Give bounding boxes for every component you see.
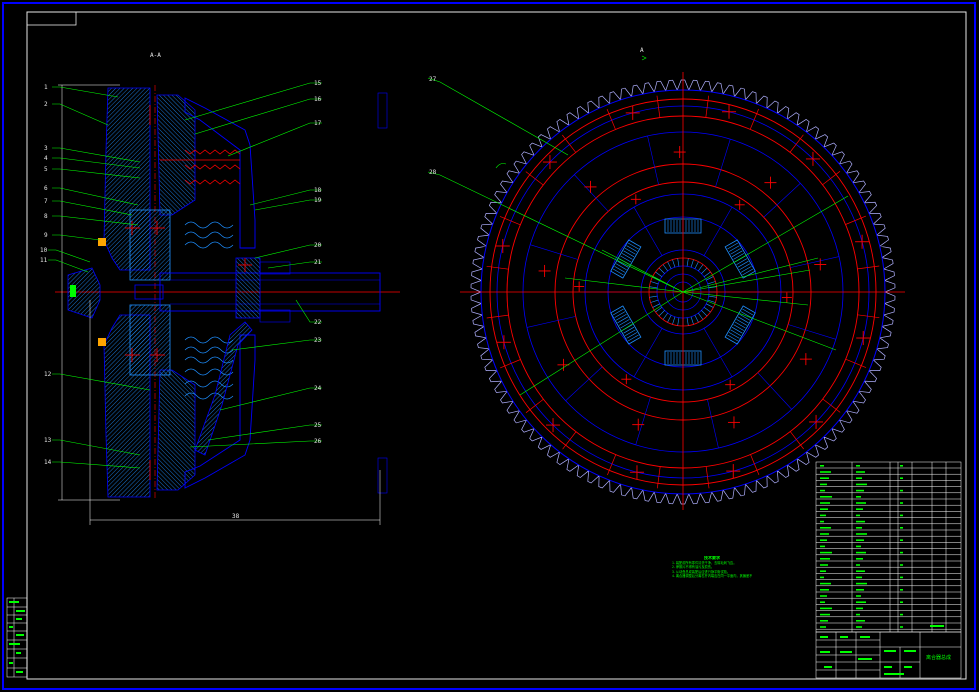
right-callout-labels: 15 16 17 18 19 20 21 22 23 24 25 26 bbox=[314, 80, 322, 445]
callout-label: 14 bbox=[44, 459, 52, 466]
callout-label: 8 bbox=[44, 213, 48, 220]
parts-list bbox=[815, 461, 962, 633]
side-stub-table bbox=[6, 597, 28, 678]
callout-label: 25 bbox=[314, 422, 322, 429]
drawing-name: 离合器总成 bbox=[926, 654, 951, 661]
callout-label: 15 bbox=[314, 80, 322, 87]
callout-label: 16 bbox=[314, 96, 322, 103]
callout-label: 17 bbox=[314, 120, 322, 127]
callout-label: 11 bbox=[40, 257, 48, 264]
callout-label: 20 bbox=[314, 242, 322, 249]
technical-notes: 技术要求 1.装配前所有零件清洗干净，去除毛刺飞边。 2.摩擦片不得有油污及损伤… bbox=[672, 556, 752, 579]
callout-label: 18 bbox=[314, 187, 322, 194]
view-marker: A bbox=[640, 47, 644, 54]
callout-label: 24 bbox=[314, 385, 322, 392]
callout-label: 4 bbox=[44, 155, 48, 162]
callout-label: 13 bbox=[44, 437, 52, 444]
callout-label: 6 bbox=[44, 185, 48, 192]
front-view bbox=[460, 72, 905, 510]
callout-label: 1 bbox=[44, 84, 48, 91]
callout-label: 3 bbox=[44, 145, 48, 152]
callout-label: 27 bbox=[429, 76, 437, 83]
callout-label: 2 bbox=[44, 101, 48, 108]
front-leaders bbox=[427, 77, 849, 396]
left-callout-labels: 1234567891011121314 bbox=[40, 84, 52, 466]
note-line: 4.离合器调整后分离杠杆内端应在同一平面内，其偏差不大于0.2mm。 bbox=[672, 574, 752, 579]
callout-label: 26 bbox=[314, 438, 322, 445]
front-callout-labels: 27 28 bbox=[429, 76, 437, 176]
callout-label: 10 bbox=[40, 247, 48, 254]
callout-label: 21 bbox=[314, 259, 322, 266]
callout-label: 23 bbox=[314, 337, 322, 344]
parts-list-entries bbox=[820, 465, 903, 628]
callout-label: 28 bbox=[429, 169, 437, 176]
title-block-marks bbox=[820, 625, 944, 675]
section-title: A-A bbox=[150, 52, 161, 59]
callout-label: 5 bbox=[44, 166, 48, 173]
callout-label: 7 bbox=[44, 198, 48, 205]
section-view: 38 bbox=[55, 84, 400, 525]
callout-label: 9 bbox=[44, 232, 48, 239]
overall-dim: 38 bbox=[232, 513, 240, 520]
callout-label: 22 bbox=[314, 319, 322, 326]
callout-label: 12 bbox=[44, 371, 52, 378]
cad-drawing: A-A 38 1234567891011121314 1516171819202… bbox=[2, 2, 976, 690]
callout-label: 19 bbox=[314, 197, 322, 204]
